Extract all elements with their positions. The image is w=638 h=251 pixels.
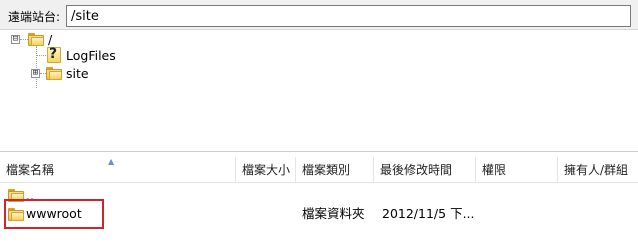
tree-item-label: / xyxy=(48,31,53,47)
remote-directory-tree: ⊟ / ? LogFiles ⊞ site xyxy=(0,30,638,152)
file-list-header: ▲ 檔案名稱 檔案大小 檔案類別 最後修改時間 權限 擁有人/群組 xyxy=(0,157,638,183)
remote-path-bar: 遠端站台: xyxy=(0,0,638,30)
folder-icon xyxy=(46,66,62,80)
highlight-box xyxy=(4,199,104,229)
file-modified: 2012/11/5 下... xyxy=(382,206,475,221)
tree-connector xyxy=(36,46,37,88)
expand-site-toggle[interactable]: ⊞ xyxy=(31,69,40,78)
tree-item-logfiles[interactable]: ? LogFiles xyxy=(46,46,116,64)
tree-item-label: site xyxy=(66,65,89,81)
column-header-size[interactable]: 檔案大小 xyxy=(236,157,296,183)
unknown-folder-icon: ? xyxy=(46,46,62,63)
remote-site-label: 遠端站台: xyxy=(8,10,61,24)
remote-path-input[interactable] xyxy=(66,5,631,27)
folder-icon xyxy=(28,32,44,46)
file-type: 檔案資料夾 xyxy=(302,206,365,221)
column-header-permissions[interactable]: 權限 xyxy=(476,157,558,183)
column-header-modified[interactable]: 最後修改時間 xyxy=(374,157,476,183)
column-header-owner[interactable]: 擁有人/群組 xyxy=(558,157,634,183)
column-header-name[interactable]: 檔案名稱 xyxy=(0,157,236,183)
tree-item-label: LogFiles xyxy=(66,47,116,63)
tree-item-site[interactable]: site xyxy=(46,64,89,82)
collapse-root-toggle[interactable]: ⊟ xyxy=(11,35,20,44)
column-header-type[interactable]: 檔案類別 xyxy=(296,157,374,183)
tree-connector xyxy=(20,39,28,40)
tree-connector xyxy=(36,55,46,56)
